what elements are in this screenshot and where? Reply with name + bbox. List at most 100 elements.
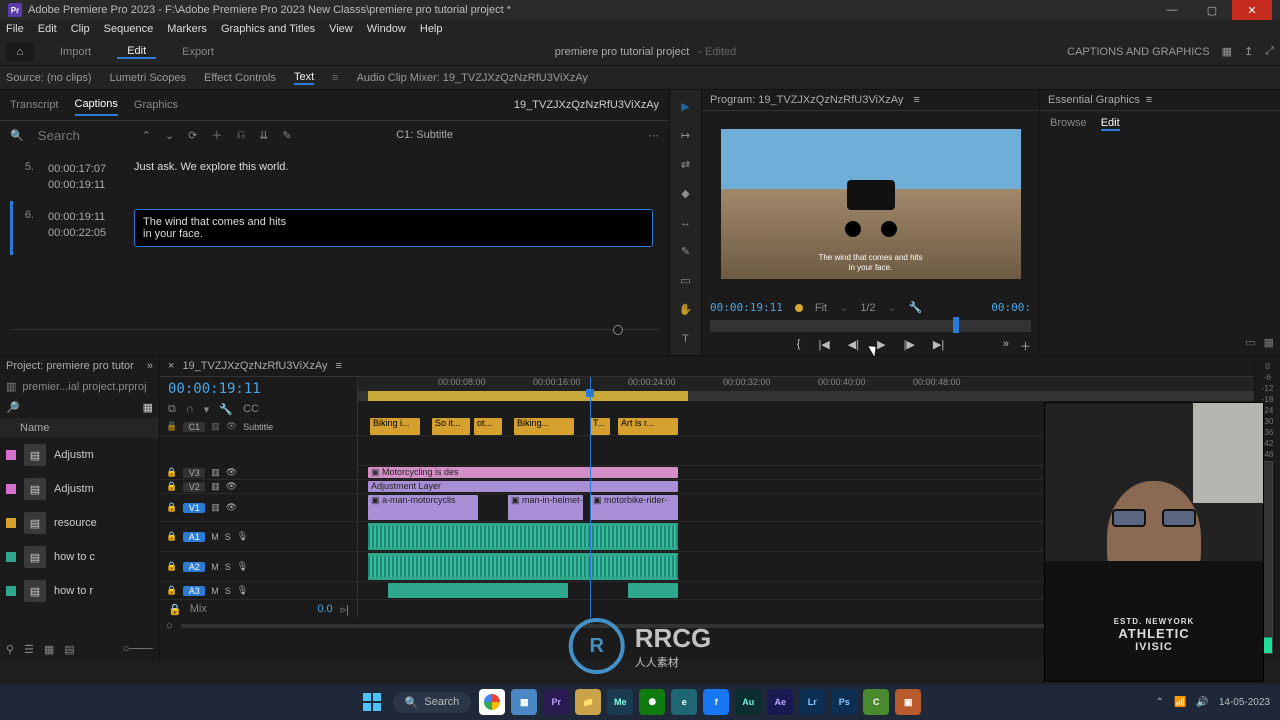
- volume-icon[interactable]: 🔊: [1196, 697, 1208, 708]
- tab-lumetri[interactable]: Lumetri Scopes: [110, 72, 186, 84]
- a1-label[interactable]: A1: [183, 532, 205, 542]
- fit-dropdown[interactable]: Fit: [815, 302, 827, 314]
- lock-icon[interactable]: 🔒: [166, 481, 177, 492]
- eye-icon[interactable]: 👁: [226, 481, 237, 492]
- freeform-view-icon[interactable]: ▤: [64, 643, 74, 656]
- marker-dot-icon[interactable]: [795, 304, 803, 312]
- video-clip[interactable]: ▣ motorbike-rider-: [590, 495, 678, 520]
- eg-menu-icon[interactable]: ≡: [1146, 94, 1152, 106]
- taskbar-app-pr[interactable]: Pr: [543, 689, 569, 715]
- timeline-ruler[interactable]: 00:00:08:00 00:00:16:00 00:00:24:00 00:0…: [358, 377, 1254, 391]
- cc-icon[interactable]: CC: [243, 403, 259, 416]
- maximize-button[interactable]: ▢: [1192, 0, 1232, 20]
- text-menu-icon[interactable]: ≡: [332, 72, 338, 84]
- taskbar-app-au[interactable]: Au: [735, 689, 761, 715]
- video-clip[interactable]: ▣ Motorcycling is des: [368, 467, 678, 478]
- audio-clip[interactable]: [388, 583, 568, 598]
- program-scrubber[interactable]: [710, 320, 1031, 332]
- tab-captions[interactable]: Captions: [75, 94, 118, 116]
- add-caption-icon[interactable]: ＋: [211, 127, 222, 143]
- target-icon[interactable]: ▥: [211, 481, 220, 492]
- caption-clip[interactable]: So it...: [432, 418, 470, 435]
- taskbar-app-xbox[interactable]: ⚉: [639, 689, 665, 715]
- linked-sel-icon[interactable]: ∩: [186, 403, 194, 416]
- home-button[interactable]: ⌂: [6, 42, 34, 62]
- eye-icon[interactable]: 👁: [226, 421, 237, 432]
- taskbar-app-ps[interactable]: Ps: [831, 689, 857, 715]
- step-forward-icon[interactable]: |▶: [904, 338, 915, 351]
- v2-label[interactable]: V2: [183, 482, 205, 492]
- c1-track-label[interactable]: C1: [183, 422, 205, 432]
- search-input[interactable]: [38, 128, 128, 143]
- name-column-header[interactable]: Name: [0, 418, 159, 438]
- share-icon[interactable]: ↥: [1244, 45, 1253, 58]
- icon-view-icon[interactable]: ▦: [44, 643, 54, 656]
- more-transport-icon[interactable]: »: [1003, 338, 1009, 350]
- tab-graphics[interactable]: Graphics: [134, 95, 178, 115]
- hand-tool-icon[interactable]: ✋: [677, 301, 695, 318]
- taskbar-app-calc[interactable]: ▦: [511, 689, 537, 715]
- lock-icon[interactable]: 🔒: [166, 467, 177, 478]
- taskbar-app-lr[interactable]: Lr: [799, 689, 825, 715]
- timeline-timecode[interactable]: 00:00:19:11: [160, 377, 357, 401]
- start-button[interactable]: [359, 689, 385, 715]
- prev-caption-icon[interactable]: ⌃: [142, 129, 151, 142]
- proj-search-icon[interactable]: 🔎: [6, 401, 20, 414]
- a2-label[interactable]: A2: [183, 562, 205, 572]
- caption-edit-box[interactable]: The wind that comes and hits in your fac…: [134, 209, 653, 247]
- taskbar-search[interactable]: 🔍 Search: [393, 692, 472, 713]
- eg-new-icon[interactable]: ▦: [1264, 336, 1274, 349]
- mute-icon[interactable]: M: [211, 532, 219, 542]
- lock-icon[interactable]: 🔒: [166, 561, 177, 572]
- tl-settings-icon[interactable]: 🔧: [219, 403, 233, 416]
- workspace-edit[interactable]: Edit: [117, 45, 156, 59]
- zoom-dropdown[interactable]: 1/2: [860, 302, 875, 314]
- caption-scrubber[interactable]: [10, 329, 659, 347]
- v1-label[interactable]: V1: [183, 503, 205, 513]
- lock-icon[interactable]: 🔒: [166, 585, 177, 596]
- taskbar-app-ae[interactable]: Ae: [767, 689, 793, 715]
- lock-icon[interactable]: 🔒: [166, 531, 177, 542]
- playhead[interactable]: [590, 377, 591, 418]
- mix-value[interactable]: 0.0: [317, 603, 332, 615]
- mark-in-icon[interactable]: {: [797, 338, 801, 351]
- type-tool-icon[interactable]: T: [677, 330, 695, 347]
- eg-browse-tab[interactable]: Browse: [1050, 117, 1087, 131]
- tab-audio-mixer[interactable]: Audio Clip Mixer: 19_TVZJXzQzNzRfU3ViXzA…: [357, 72, 588, 84]
- lock-icon[interactable]: 🔒: [166, 502, 177, 513]
- tray-chevron-icon[interactable]: ⌃: [1156, 697, 1164, 708]
- video-clip[interactable]: ▣ man-in-helmet-: [508, 495, 583, 520]
- list-view-icon[interactable]: ☰: [24, 643, 34, 656]
- split-caption-icon[interactable]: ⎌: [236, 129, 245, 142]
- project-item[interactable]: ▤resource: [0, 506, 159, 540]
- track-select-tool-icon[interactable]: ↦: [677, 127, 695, 144]
- tab-effect-controls[interactable]: Effect Controls: [204, 72, 276, 84]
- caption-text[interactable]: Just ask. We explore this world.: [134, 161, 653, 173]
- menu-markers[interactable]: Markers: [167, 23, 207, 35]
- target-icon[interactable]: ▥: [211, 467, 220, 478]
- proj-filter-icon[interactable]: ⚲: [6, 643, 14, 656]
- breadcrumb[interactable]: premier...ial project.prproj: [22, 381, 146, 393]
- taskbar-app-chrome[interactable]: [479, 689, 505, 715]
- search-icon[interactable]: 🔍: [10, 129, 24, 142]
- eye-icon[interactable]: 👁: [226, 502, 237, 513]
- caption-track-label[interactable]: C1: Subtitle: [396, 129, 453, 141]
- play-button[interactable]: ▶: [877, 338, 885, 351]
- project-panel-expand-icon[interactable]: »: [147, 360, 153, 372]
- workspace-import[interactable]: Import: [50, 46, 101, 58]
- wifi-icon[interactable]: 📶: [1174, 697, 1186, 708]
- solo-icon[interactable]: S: [225, 562, 231, 572]
- menu-help[interactable]: Help: [420, 23, 443, 35]
- menu-sequence[interactable]: Sequence: [104, 23, 154, 35]
- solo-icon[interactable]: S: [225, 586, 231, 596]
- caption-clip[interactable]: T...: [590, 418, 610, 435]
- audio-clip[interactable]: [368, 523, 678, 550]
- merge-caption-icon[interactable]: ⇊: [259, 129, 268, 142]
- tab-source[interactable]: Source: (no clips): [6, 72, 92, 84]
- step-back-icon[interactable]: ◀|: [848, 338, 859, 351]
- project-item[interactable]: ▤how to c: [0, 540, 159, 574]
- mic-icon[interactable]: 🎙: [237, 561, 248, 572]
- go-to-in-icon[interactable]: |◀: [818, 338, 829, 351]
- menu-edit[interactable]: Edit: [38, 23, 57, 35]
- selection-tool-icon[interactable]: ▶: [677, 98, 695, 115]
